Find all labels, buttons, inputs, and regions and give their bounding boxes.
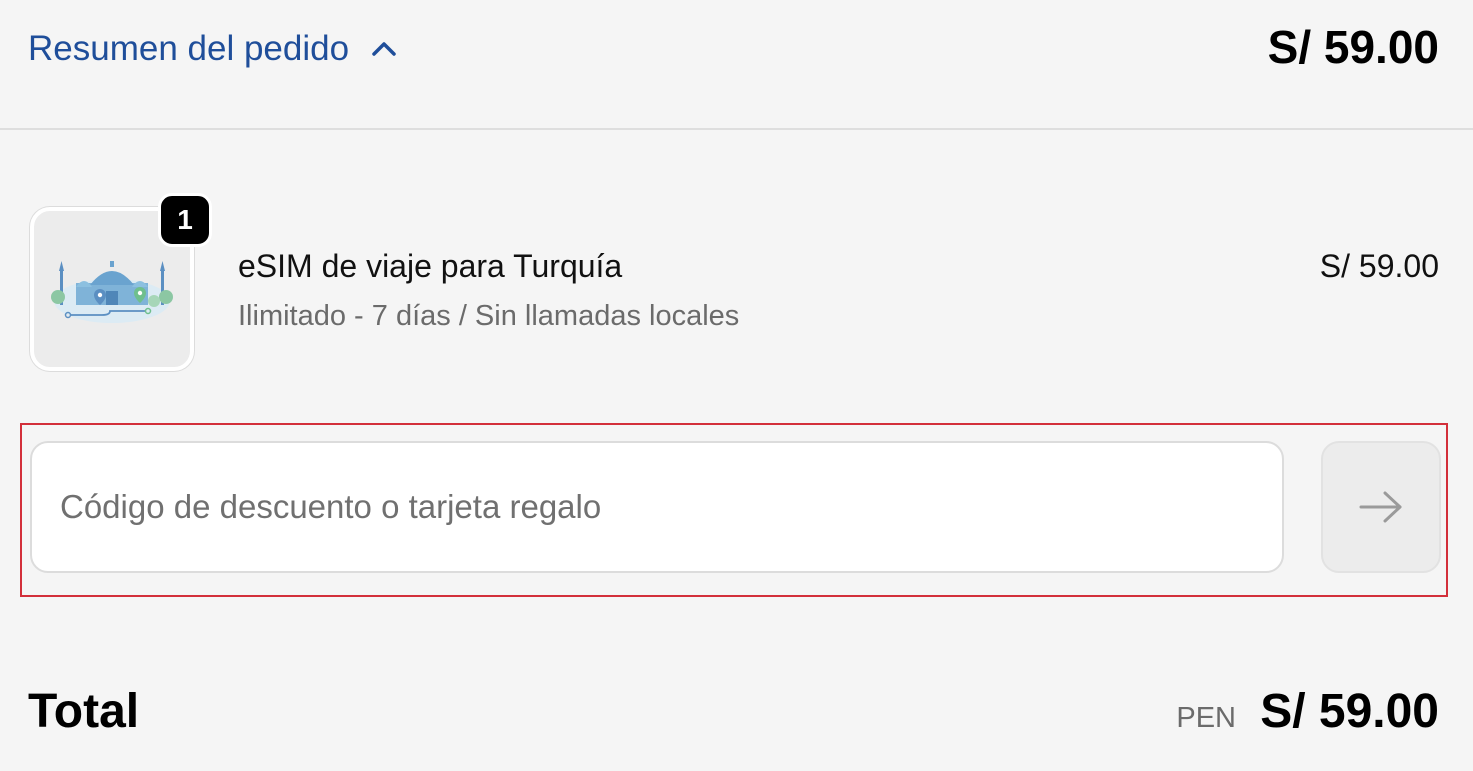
product-price: S/ 59.00 — [1319, 248, 1439, 284]
mosque-illustration-icon — [51, 261, 173, 323]
order-summary-header: Resumen del pedido S/ 59.00 — [0, 0, 1473, 130]
order-summary-label: Resumen del pedido — [28, 29, 350, 68]
header-total-price: S/ 59.00 — [1267, 21, 1439, 73]
total-amount: S/ 59.00 — [1260, 685, 1439, 738]
arrow-right-icon — [1359, 491, 1402, 523]
chevron-up-icon — [371, 41, 397, 57]
order-summary-toggle[interactable]: Resumen del pedido — [28, 24, 397, 74]
quantity-badge: 1 — [158, 193, 212, 247]
discount-code-section — [20, 423, 1448, 597]
order-summary-page: Resumen del pedido S/ 59.00 1 eSIM de vi… — [0, 0, 1473, 771]
product-variant: Ilimitado - 7 días / Sin llamadas locale… — [238, 300, 740, 332]
total-label: Total — [28, 685, 140, 738]
discount-code-input[interactable] — [30, 441, 1284, 573]
apply-discount-button[interactable] — [1321, 441, 1441, 573]
product-name: eSIM de viaje para Turquía — [238, 248, 623, 284]
total-currency: PEN — [1176, 702, 1236, 734]
